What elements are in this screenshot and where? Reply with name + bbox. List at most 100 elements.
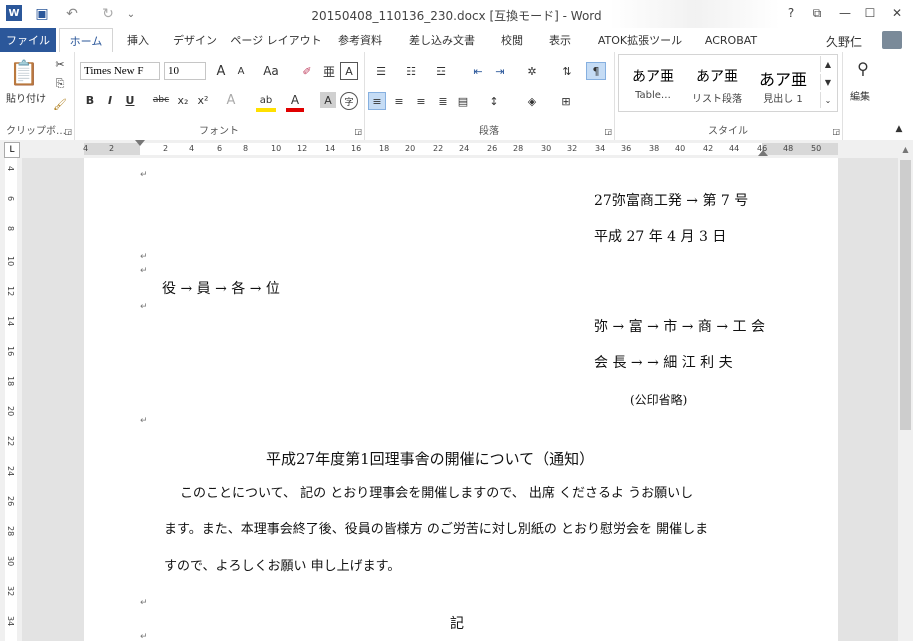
doc-number[interactable]: 27弥富商工発 → 第 7 号 — [594, 190, 748, 210]
subscript-icon[interactable]: x₂ — [174, 92, 192, 108]
tab-file[interactable]: ファイル — [0, 28, 56, 52]
body-line-3[interactable]: すので、よろしくお願い 申し上げます。 — [164, 555, 400, 574]
shading-icon[interactable]: ◈ — [520, 92, 544, 110]
vertical-ruler[interactable]: 4 6 8 10 12 14 16 18 20 22 24 26 28 30 32 34 — [0, 158, 22, 641]
style-item-table[interactable]: あア亜 Table… — [622, 60, 684, 104]
vruler-tick-label: 16 — [6, 346, 15, 357]
doc-date[interactable]: 平成 27 年 4 月 3 日 — [594, 226, 726, 246]
sender-organization[interactable]: 弥 → 富 → 市 → 商 → 工 会 — [594, 316, 765, 336]
body-line-2[interactable]: ます。また、本理事会終了後、役員の皆様方 のご労苦に対し別紙の とおり慰労会を … — [164, 518, 708, 537]
scroll-up-icon[interactable]: ▲ — [898, 142, 913, 156]
align-left-icon[interactable]: ≡ — [368, 92, 386, 110]
user-name[interactable]: 久野仁 — [826, 33, 862, 50]
body-line-1[interactable]: このことについて、 記の とおり理事会を開催しますので、 出席 くださるよ うお… — [180, 482, 693, 501]
tab-insert[interactable]: 挿入 — [116, 28, 160, 52]
sort-icon[interactable]: ⇅ — [558, 62, 576, 80]
ruler-tick-label: 46 — [757, 144, 768, 153]
strikethrough-icon[interactable]: abc — [150, 92, 172, 108]
shrink-font-icon[interactable]: A — [232, 62, 250, 80]
tab-atok[interactable]: ATOK拡張ツール — [592, 28, 688, 52]
grow-font-icon[interactable]: A — [212, 62, 230, 80]
tab-review[interactable]: 校閲 — [492, 28, 532, 52]
borders-icon[interactable]: ⊞ — [554, 92, 578, 110]
indent-marker-icon[interactable] — [135, 140, 145, 146]
underline-icon[interactable]: U — [122, 92, 138, 108]
vertical-scrollbar[interactable]: ▲ — [898, 140, 913, 641]
ribbon-tabs: ファイル ホーム 挿入 デザイン ページ レイアウト 参考資料 差し込み文書 校… — [0, 28, 913, 54]
font-size-combo[interactable]: 10 — [164, 62, 206, 80]
ruler-tick-label: 2 — [109, 144, 115, 153]
editing-label[interactable]: 編集 — [850, 88, 870, 103]
styles-scroll-up-icon[interactable]: ▲ — [820, 56, 835, 72]
horizontal-ruler[interactable]: L 4 2 2 4 6 8 10 12 14 16 18 20 22 24 26 28 30 32 34 36 38 40… — [0, 140, 913, 158]
styles-more-icon[interactable]: ⌄ — [820, 92, 835, 108]
style-item-heading-1[interactable]: あア亜 見出し 1 — [752, 60, 814, 105]
ruler-tick-label: 10 — [271, 144, 282, 153]
copy-icon[interactable]: ⎘ — [52, 76, 68, 92]
subject-heading[interactable]: 平成27年度第1回理事舎の開催について（通知） — [266, 448, 594, 469]
tab-view[interactable]: 表示 — [538, 28, 582, 52]
justify-icon[interactable]: ≣ — [434, 92, 452, 110]
clipboard-launcher-icon[interactable]: ◲ — [64, 127, 72, 136]
change-case-icon[interactable]: Aa — [258, 62, 284, 80]
font-launcher-icon[interactable]: ◲ — [354, 127, 362, 136]
clear-formatting-icon[interactable]: ✐ — [298, 62, 316, 80]
tab-acrobat[interactable]: ACROBAT — [698, 28, 764, 52]
align-center-icon[interactable]: ≡ — [390, 92, 408, 110]
recipient-line[interactable]: 役 → 員 → 各 → 位 — [162, 278, 280, 298]
char-shading-icon[interactable]: A — [320, 92, 336, 108]
italic-icon[interactable]: I — [102, 92, 118, 108]
vruler-tick-label: 34 — [6, 616, 15, 627]
line-spacing-icon[interactable]: ↕ — [482, 92, 506, 110]
seal-note[interactable]: (公印省略) — [630, 391, 687, 408]
text-effects-icon[interactable]: A — [222, 92, 240, 108]
collapse-ribbon-icon[interactable]: ▲ — [892, 122, 906, 136]
font-name-combo[interactable]: Times New F — [80, 62, 160, 80]
enclose-char-icon[interactable]: 字 — [340, 92, 358, 110]
decorative-leaves — [610, 0, 780, 28]
phonetic-guide-icon[interactable]: 亜 — [320, 62, 338, 80]
font-color-icon[interactable]: A — [286, 92, 304, 112]
increase-indent-icon[interactable]: ⇥ — [490, 62, 510, 80]
cut-icon[interactable]: ✂ — [52, 56, 68, 72]
superscript-icon[interactable]: x² — [194, 92, 212, 108]
maximize-button[interactable]: ☐ — [857, 2, 883, 24]
minimize-button[interactable]: — — [832, 2, 858, 24]
tab-page-layout[interactable]: ページ レイアウト — [230, 28, 322, 52]
format-painter-icon[interactable]: 🖌 — [52, 96, 68, 112]
styles-launcher-icon[interactable]: ◲ — [832, 127, 840, 136]
char-border-icon[interactable]: A — [340, 62, 358, 80]
sender-name[interactable]: 会 長 → → 細 江 利 夫 — [594, 352, 733, 372]
avatar[interactable] — [882, 31, 902, 49]
paragraph-mark: ↵ — [140, 302, 148, 312]
tab-references[interactable]: 参考資料 — [328, 28, 392, 52]
ruler-tick-label: 16 — [351, 144, 362, 153]
paste-button-label[interactable]: 貼り付け — [6, 90, 46, 105]
tab-design[interactable]: デザイン — [166, 28, 224, 52]
scroll-thumb[interactable] — [900, 160, 911, 430]
ki-heading[interactable]: 記 — [450, 613, 464, 633]
ribbon-display-options-icon[interactable]: ⧉ — [804, 2, 830, 24]
align-right-icon[interactable]: ≡ — [412, 92, 430, 110]
paragraph-launcher-icon[interactable]: ◲ — [604, 127, 612, 136]
paste-icon[interactable]: 📋 — [9, 58, 39, 88]
tab-selector-icon[interactable]: L — [4, 142, 20, 158]
show-marks-icon[interactable]: ¶ — [586, 62, 606, 80]
decrease-indent-icon[interactable]: ⇤ — [468, 62, 488, 80]
help-button[interactable]: ? — [778, 2, 804, 24]
distributed-icon[interactable]: ▤ — [454, 92, 472, 110]
tab-home[interactable]: ホーム — [59, 28, 113, 54]
style-item-list-paragraph[interactable]: あア亜 リスト段落 — [686, 60, 748, 105]
asian-layout-icon[interactable]: ✲ — [520, 62, 544, 80]
numbering-icon[interactable]: ☷ — [400, 62, 422, 80]
bold-icon[interactable]: B — [82, 92, 98, 108]
find-binoculars-icon[interactable]: ⚲ — [850, 56, 876, 80]
ruler-tick-label: 26 — [487, 144, 498, 153]
close-button[interactable]: ✕ — [884, 2, 910, 24]
multilevel-list-icon[interactable]: ☲ — [430, 62, 452, 80]
bullets-icon[interactable]: ☰ — [370, 62, 392, 80]
styles-scroll-down-icon[interactable]: ▼ — [820, 74, 835, 90]
tab-mailings[interactable]: 差し込み文書 — [398, 28, 486, 52]
document-page[interactable]: ↵ 27弥富商工発 → 第 7 号 平成 27 年 4 月 3 日 ↵ ↵ 役 … — [84, 158, 838, 642]
highlight-icon[interactable]: ab — [256, 92, 276, 112]
